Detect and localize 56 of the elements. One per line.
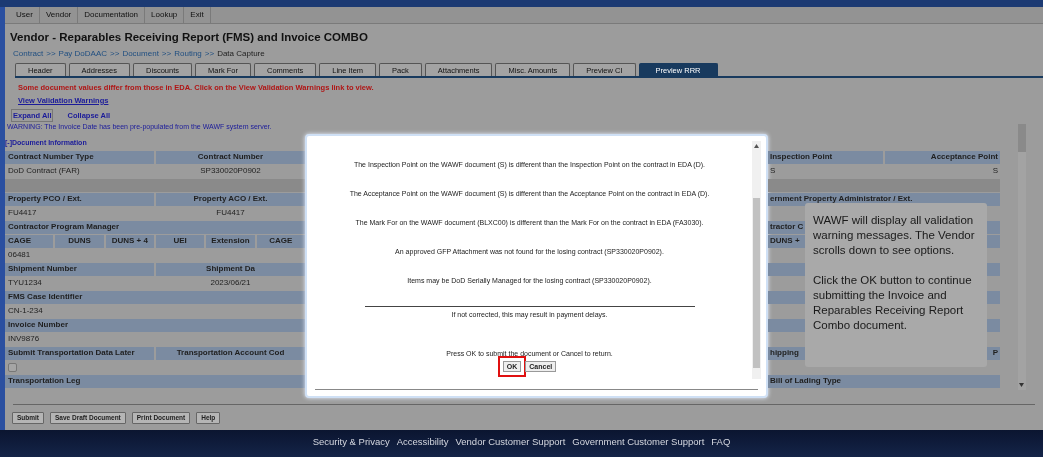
column-header: Shipment Number <box>5 262 154 276</box>
page-title: Vendor - Reparables Receiving Report (FMS) and Invoice COMBO <box>10 30 369 45</box>
column-header: Submit Transportation Data Later <box>5 346 154 360</box>
column-header: Invoice Number <box>5 318 305 332</box>
table-cell-text: SP330020P0902 <box>199 165 262 177</box>
table-cell-text: S <box>769 165 777 177</box>
table-cell-text: 2023/06/21 <box>209 277 252 289</box>
table-cell-text: INV9876 <box>7 333 41 345</box>
breadcrumb-current: Data Capture <box>217 48 265 61</box>
column-header: Contract Number <box>156 150 305 164</box>
column-header: CAGE <box>256 234 305 248</box>
breadcrumb-separator: >> <box>110 48 120 61</box>
footer-link[interactable]: Accessibility <box>396 435 449 457</box>
column-header: Acceptance Point <box>885 150 1000 164</box>
page-scrollbar[interactable] <box>1017 123 1026 390</box>
table-cell-text: FU4417 <box>7 207 38 219</box>
scroll-thumb[interactable] <box>1017 123 1026 152</box>
column-header: UEI <box>156 234 205 248</box>
breadcrumb-separator: >> <box>46 48 56 61</box>
table-cell-text: FU4417 <box>215 207 246 219</box>
column-header: FMS Case Identifier <box>5 290 305 304</box>
column-header: Bill of Lading Type <box>768 374 1000 388</box>
footer-link[interactable]: FAQ <box>711 435 731 457</box>
column-header: DUNS <box>55 234 104 248</box>
breadcrumb-separator: >> <box>161 48 172 61</box>
scroll-thumb[interactable] <box>753 197 760 368</box>
menu-item[interactable]: Exit <box>184 7 211 23</box>
dialog-scrollbar[interactable] <box>752 140 761 379</box>
menu-item[interactable]: Documentation <box>78 7 146 23</box>
footer-link[interactable]: Vendor Customer Support <box>455 435 566 457</box>
table-cell-text: DoD Contract (FAR) <box>7 165 81 177</box>
table-cell-text: S <box>991 165 999 177</box>
menu-item[interactable]: Lookup <box>145 7 185 23</box>
table-cell-text: CN-1-234 <box>7 305 44 317</box>
breadcrumb-separator: >> <box>204 48 215 61</box>
column-header: Transportation Account Cod <box>156 346 305 360</box>
menu-item[interactable]: Vendor <box>39 7 79 23</box>
menu-item[interactable]: User <box>10 7 40 23</box>
column-header: Contractor Program Manager <box>5 220 305 234</box>
footer-link[interactable]: Security & Privacy <box>312 435 390 457</box>
column-header: Shipment Da <box>156 262 305 276</box>
column-header: DUNS + 4 <box>105 234 154 248</box>
scroll-up-icon[interactable] <box>754 143 759 148</box>
column-header: Property PCO / Ext. <box>5 192 154 206</box>
callout-text: Click the OK button to continue submitting the Invoice and Reparables Receiving Report Combo document. <box>813 273 973 333</box>
table-cell-text: TYU1234 <box>7 277 43 289</box>
table-cell-text: 06481 <box>7 249 32 261</box>
checkbox[interactable] <box>8 362 17 372</box>
column-header: Contract Number Type <box>5 150 154 164</box>
scroll-down-icon[interactable] <box>1019 382 1024 387</box>
column-header: Property ACO / Ext. <box>156 192 305 206</box>
column-header: Extension <box>206 234 255 248</box>
column-header: Transportation Leg <box>5 374 305 388</box>
column-header: CAGE <box>5 234 54 248</box>
column-header: Inspection Point <box>768 150 883 164</box>
footer-link[interactable]: Government Customer Support <box>572 435 705 457</box>
